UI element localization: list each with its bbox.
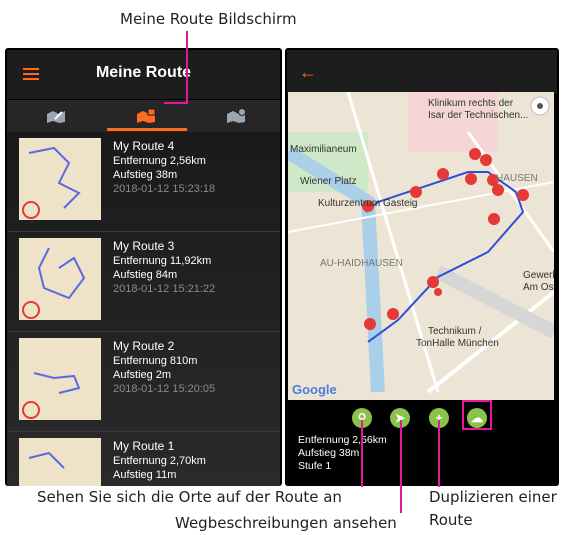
- route-ascent: Aufstieg 2m: [113, 369, 172, 381]
- map-label: Isar der Technischen...: [428, 110, 529, 121]
- map-label: Kulturzentrum Gasteig: [318, 198, 418, 209]
- callout-duplicate-2: Route: [429, 511, 473, 529]
- route-map[interactable]: Klinikum rechts der Isar der Technischen…: [288, 92, 554, 400]
- route-name: My Route 2: [113, 339, 175, 353]
- route-card[interactable]: My Route 2 Entfernung 810m Aufstieg 2m 2…: [7, 332, 280, 432]
- map-label: Klinikum rechts der: [428, 98, 514, 109]
- route-card[interactable]: My Route 1 Entfernung 2,70km Aufstieg 11…: [7, 432, 280, 486]
- route-card[interactable]: My Route 3 Entfernung 11,92km Aufstieg 8…: [7, 232, 280, 332]
- route-thumbnail: [19, 438, 101, 486]
- callout-line: [438, 420, 440, 487]
- map-route-icon: [137, 108, 156, 123]
- route-list: My Route 4 Entfernung 2,56km Aufstieg 38…: [7, 132, 280, 486]
- route-level: Stufe 1: [298, 460, 332, 472]
- callout-line: [400, 420, 402, 513]
- route-name: My Route 1: [113, 439, 175, 453]
- callout-line: [164, 102, 188, 104]
- map-label: HAUSEN: [496, 173, 538, 184]
- duplicate-highlight-box: [462, 400, 492, 430]
- route-ascent: Aufstieg 38m: [298, 447, 360, 459]
- tab-shared-routes[interactable]: [192, 100, 282, 132]
- route-distance: Entfernung 2,56km: [298, 434, 387, 446]
- callout-directions: Wegbeschreibungen ansehen: [175, 514, 397, 532]
- route-tabs: [7, 100, 280, 132]
- route-card[interactable]: My Route 4 Entfernung 2,56km Aufstieg 38…: [7, 132, 280, 232]
- route-distance: Entfernung 2,56km: [113, 155, 206, 167]
- callout-line: [361, 420, 363, 487]
- route-distance: Entfernung 810m: [113, 355, 198, 367]
- route-thumbnail: [19, 138, 101, 220]
- location-pins: [362, 148, 529, 330]
- route-date: 2018-01-12 15:23:18: [113, 183, 216, 195]
- map-label: Technikum /: [428, 326, 482, 337]
- map-label: Wiener Platz: [300, 176, 357, 187]
- route-ascent: Aufstieg 11m: [113, 469, 177, 481]
- map-chart-icon: [47, 111, 65, 123]
- app-header: ←: [287, 50, 557, 94]
- map-label: Gewerb: [523, 270, 554, 281]
- route-date: 2018-01-12 15:21:22: [113, 283, 216, 295]
- route-date: 2018-01-12 15:20:05: [113, 383, 216, 395]
- route-action-bar: ⚲ ➤ + ☁ Entfernung 2,56km Aufstieg 38m S…: [285, 400, 559, 486]
- screen-title: Meine Route: [95, 64, 192, 81]
- callout-my-route-screen: Meine Route Bildschirm: [120, 10, 297, 28]
- map-label: TonHalle München: [416, 338, 499, 349]
- route-name: My Route 4: [113, 139, 175, 153]
- callout-line: [186, 31, 188, 103]
- route-distance: Entfernung 11,92km: [113, 255, 212, 267]
- route-thumbnail: [19, 238, 101, 320]
- route-distance: Entfernung 2,70km: [113, 455, 206, 467]
- callout-view-places: Sehen Sie sich die Orte auf der Route an: [37, 488, 342, 506]
- map-label: AU-HAIDHAUSEN: [320, 258, 403, 269]
- tab-recorded-routes[interactable]: [12, 100, 102, 132]
- google-logo: Google: [292, 382, 337, 397]
- map-globe-icon: [227, 108, 246, 123]
- callout-duplicate: Duplizieren einer: [429, 488, 557, 506]
- arrow-left-icon[interactable]: ←: [299, 62, 317, 83]
- route-detail-screen: ← Klinikum rechts der Isar der Technisch…: [285, 48, 559, 486]
- map-label: Maximilianeum: [290, 144, 357, 155]
- my-route-screen: Meine Route My Route 4 Entfernung 2,56km…: [5, 48, 282, 486]
- app-header: Meine Route: [7, 50, 280, 99]
- route-thumbnail: [19, 338, 101, 420]
- tab-my-routes[interactable]: [102, 100, 192, 132]
- route-ascent: Aufstieg 38m: [113, 169, 178, 181]
- route-name: My Route 3: [113, 239, 175, 253]
- route-ascent: Aufstieg 84m: [113, 269, 178, 281]
- map-label: Am Ost: [523, 282, 554, 293]
